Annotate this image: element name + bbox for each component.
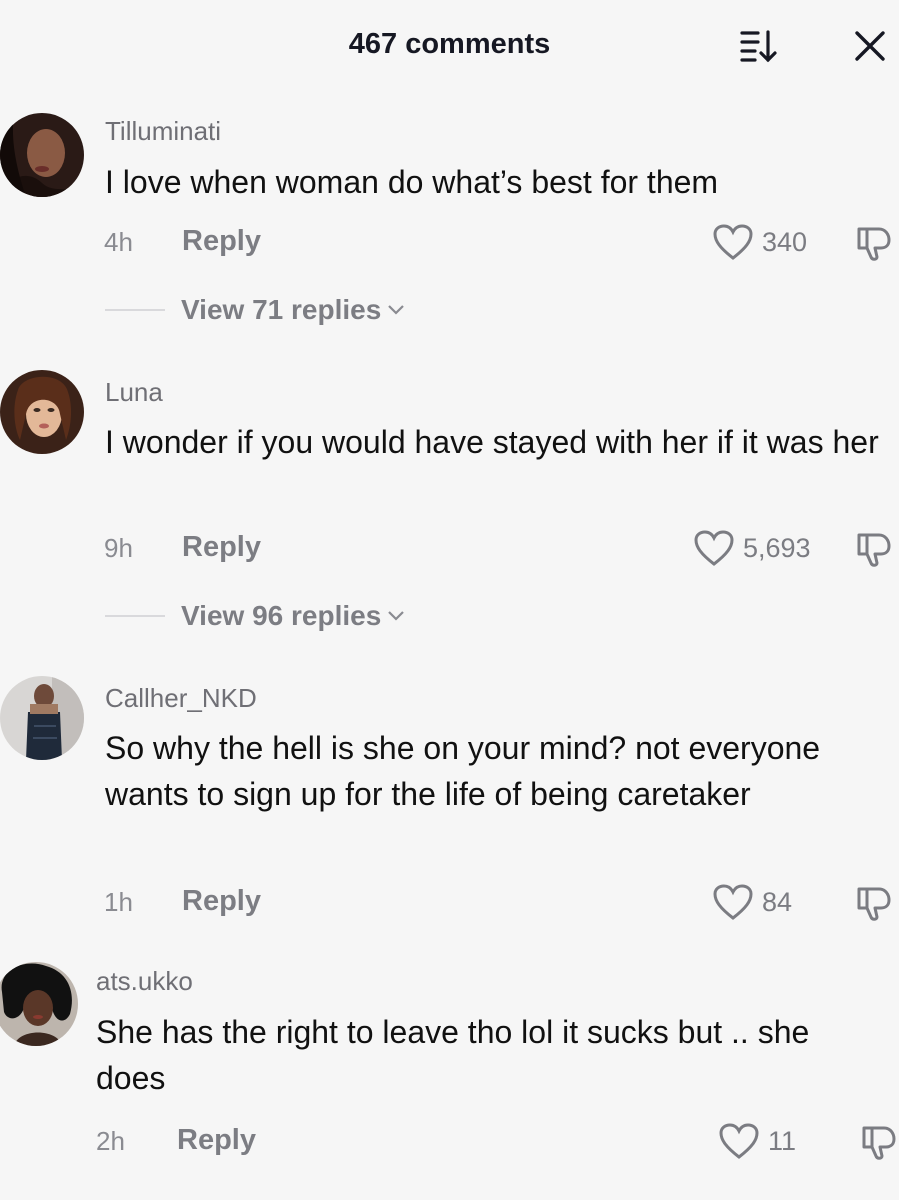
comment-text: So why the hell is she on your mind? not…: [105, 730, 821, 812]
comment-time: 4h: [104, 227, 133, 257]
comment-text: I wonder if you would have stayed with h…: [105, 424, 879, 460]
heart-icon: [719, 1123, 759, 1159]
avatar[interactable]: [0, 676, 84, 760]
chevron-down-icon: [388, 611, 405, 621]
heart-icon: [713, 884, 753, 920]
dislike-button[interactable]: [853, 529, 893, 569]
comments-header: 467 comments: [0, 0, 899, 92]
dislike-button[interactable]: [853, 223, 893, 263]
divider: [105, 309, 165, 311]
avatar[interactable]: [0, 370, 84, 454]
like-count: 340: [762, 226, 808, 257]
reply-button[interactable]: Reply: [177, 1124, 256, 1157]
avatar[interactable]: [0, 113, 84, 197]
like-count: 11: [768, 1125, 797, 1156]
comment-time: 2h: [96, 1126, 125, 1156]
comment-time: 9h: [104, 533, 133, 563]
reply-button[interactable]: Reply: [182, 225, 261, 258]
divider: [105, 615, 165, 617]
comment-username[interactable]: ats.ukko: [96, 966, 193, 997]
heart-icon: [713, 224, 753, 260]
reply-button[interactable]: Reply: [182, 531, 261, 564]
comment-username[interactable]: Callher_NKD: [105, 683, 257, 714]
sort-button[interactable]: [738, 26, 778, 66]
dislike-button[interactable]: [858, 1122, 898, 1162]
dislike-button[interactable]: [853, 883, 893, 923]
view-replies-button[interactable]: View 71 replies: [105, 294, 405, 326]
chevron-down-icon: [388, 305, 405, 315]
view-replies-label: View 71 replies: [181, 294, 382, 325]
close-icon: [855, 31, 885, 61]
sort-icon: [740, 30, 777, 63]
like-button[interactable]: 5,693: [693, 529, 811, 567]
comment-username[interactable]: Tilluminati: [105, 116, 221, 147]
view-replies-label: View 96 replies: [181, 600, 382, 631]
view-replies-button[interactable]: View 96 replies: [105, 600, 405, 632]
dislike-icon: [857, 227, 891, 261]
close-button[interactable]: [850, 26, 890, 66]
like-count: 84: [762, 886, 793, 917]
like-count: 5,693: [743, 532, 811, 563]
like-button[interactable]: 340: [712, 223, 807, 261]
dislike-icon: [857, 533, 891, 567]
avatar[interactable]: [0, 962, 78, 1046]
comment-text: I love when woman do what’s best for the…: [105, 164, 719, 200]
like-button[interactable]: 11: [718, 1122, 796, 1160]
comment-text: She has the right to leave tho lol it su…: [96, 1014, 810, 1096]
heart-icon: [694, 530, 734, 566]
reply-button[interactable]: Reply: [182, 885, 261, 918]
comment-username[interactable]: Luna: [105, 377, 163, 408]
comment-time: 1h: [104, 887, 133, 917]
dislike-icon: [857, 887, 891, 921]
like-button[interactable]: 84: [712, 883, 792, 921]
dislike-icon: [862, 1126, 896, 1160]
